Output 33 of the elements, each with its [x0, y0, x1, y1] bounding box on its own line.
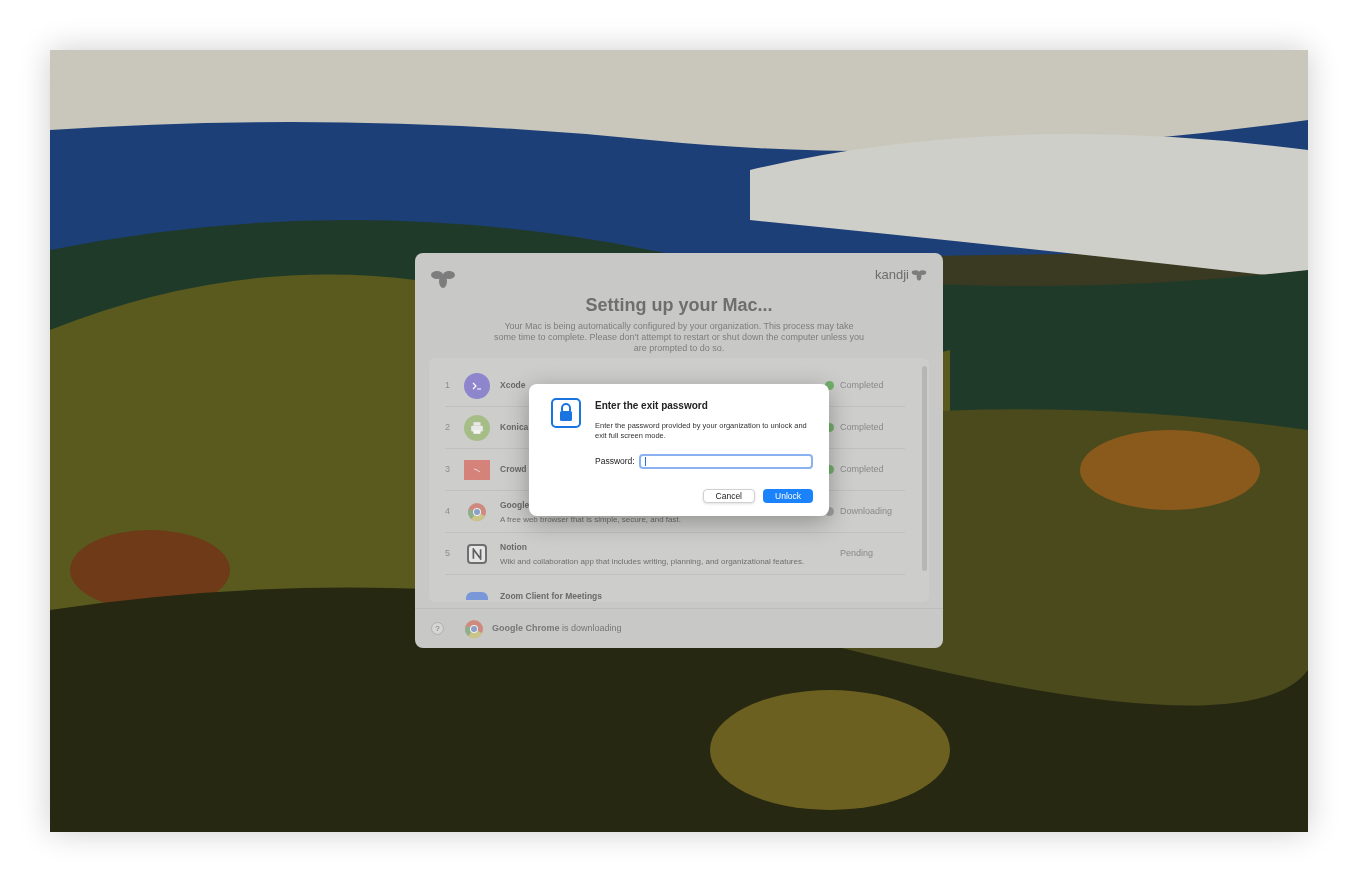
status-label: Completed: [840, 378, 884, 392]
status-label: Pending: [840, 546, 874, 560]
app-description: Wiki and collaboration app that includes writing, planning, and organizational features.: [500, 556, 805, 566]
row-number: 1: [445, 378, 451, 392]
video-icon: [466, 592, 488, 600]
dialog-title: Enter the exit password: [595, 399, 709, 413]
terminal-icon: [464, 372, 490, 399]
app-name: Crowd: [500, 463, 527, 476]
row-number: 5: [445, 546, 451, 560]
status-label: Completed: [840, 420, 884, 434]
app-name: Konica: [500, 421, 529, 434]
window-description: Your Mac is being automatically configured by your organization. This process may take some time to complete. Please don't attempt to restart or shut down the computer unless you are prompted to do so.: [494, 321, 864, 354]
chrome-icon: [467, 501, 487, 522]
row-number: 4: [445, 504, 451, 518]
app-name: Zoom Client for Meetings: [500, 589, 602, 602]
status-message: Google Chrome is downloading: [492, 621, 622, 635]
help-button[interactable]: ?: [431, 622, 444, 635]
window-title: Setting up your Mac...: [584, 295, 774, 315]
app-name: Xcode: [500, 379, 526, 392]
lock-icon: [551, 398, 581, 428]
printer-icon: [464, 414, 490, 441]
cancel-button[interactable]: Cancel: [702, 489, 755, 503]
app-name: Google: [500, 499, 530, 512]
unlock-button[interactable]: Unlock: [763, 489, 813, 503]
status-label: Downloading: [840, 504, 893, 518]
status-label: Completed: [840, 462, 884, 476]
app-name: Notion: [500, 541, 527, 554]
password-label: Password:: [595, 455, 635, 468]
chrome-icon: [464, 618, 484, 639]
brand-logo: kandji: [875, 266, 909, 285]
bird-icon: [464, 459, 490, 480]
password-field[interactable]: [638, 454, 813, 469]
notion-icon: [467, 543, 487, 564]
